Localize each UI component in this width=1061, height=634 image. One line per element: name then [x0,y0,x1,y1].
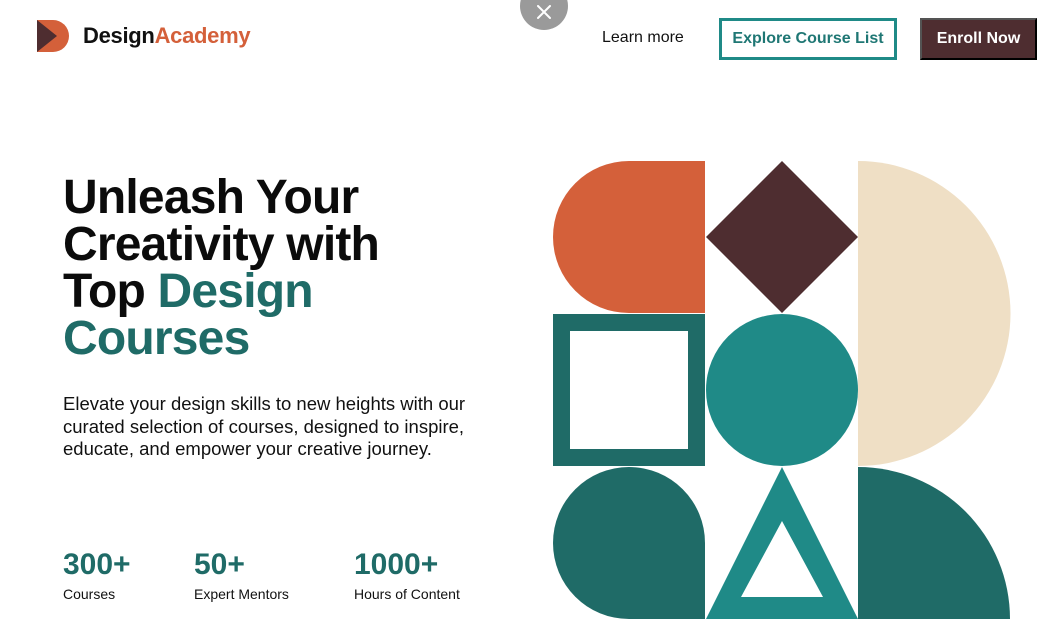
close-icon [537,5,551,19]
stat-hours: 1000+ Hours of Content [354,547,460,602]
hero-title-line1: Unleash Your [63,171,359,224]
maroon-diamond-shape [706,161,858,313]
brand-name-part1: Design [83,23,155,48]
teal-circle-shape [706,314,858,466]
hero-geometric-illustration [553,161,1011,619]
hero-title-accent-courses: Courses [63,312,250,365]
close-button[interactable] [520,0,568,30]
stat-number: 1000+ [354,548,439,581]
hero-title-accent-design: Design [157,265,314,318]
stat-label: Expert Mentors [194,586,289,602]
stat-mentors: 50+ Expert Mentors [194,547,289,602]
teal-square-frame-shape [553,314,705,466]
play-triangle-logo-icon [37,20,69,52]
landing-page: DesignAcademy Learn more Explore Course … [0,0,1061,634]
cream-half-round-shape [858,161,1011,466]
hero-title: Unleash Your Creativity with Top Design … [63,171,503,365]
stat-number: 50+ [194,548,245,581]
brand-logo[interactable]: DesignAcademy [37,20,251,52]
stat-courses: 300+ Courses [63,547,131,602]
brand-name-part2: Academy [154,23,251,48]
dark-teal-quarter-round-shape [858,467,1010,619]
explore-course-list-button[interactable]: Explore Course List [719,18,897,60]
dark-teal-rounded-shape [553,467,705,619]
hero-title-line3: Top [63,265,158,318]
teal-triangle-frame-shape [706,467,858,619]
stat-number: 300+ [63,548,131,581]
enroll-now-button[interactable]: Enroll Now [920,18,1037,60]
orange-half-round-shape [553,161,705,313]
geometric-shapes-graphic [553,161,1011,619]
stat-label: Courses [63,586,116,602]
hero-title-line2: Creativity with [63,218,380,271]
brand-name: DesignAcademy [83,23,251,49]
learn-more-link[interactable]: Learn more [602,29,684,47]
stat-label: Hours of Content [354,586,460,602]
hero-subtitle: Elevate your design skills to new height… [63,393,466,459]
